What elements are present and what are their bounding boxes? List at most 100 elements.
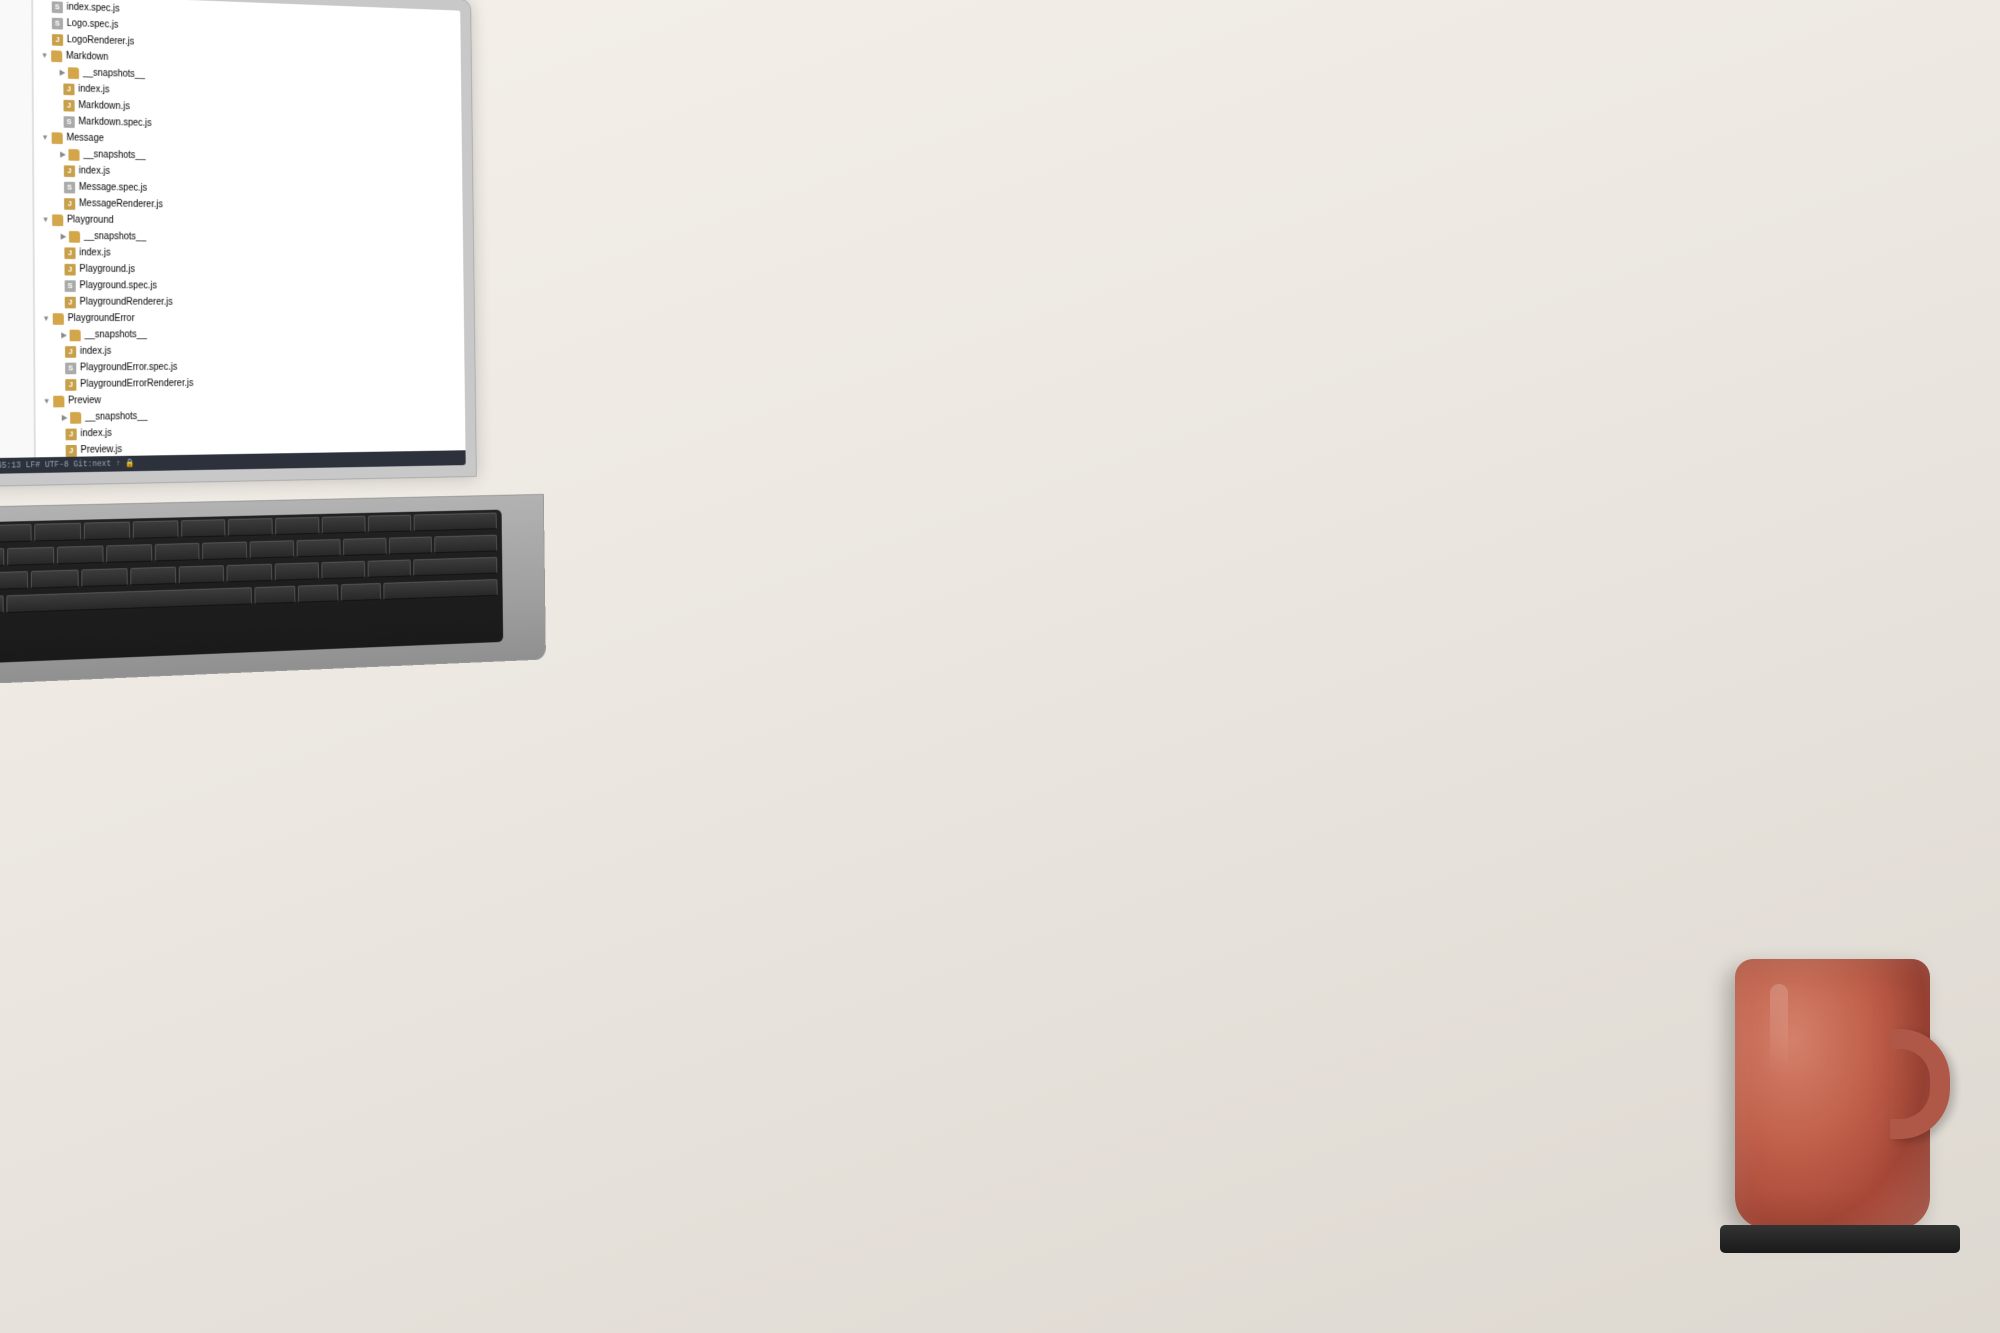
key[interactable] xyxy=(368,515,411,533)
folder-name[interactable]: Markdown xyxy=(66,51,109,63)
key[interactable] xyxy=(130,567,176,586)
arrow-icon: ▶ xyxy=(60,68,66,77)
key[interactable] xyxy=(414,513,497,532)
file-name[interactable]: index.js xyxy=(80,428,111,439)
editor-body: nk> ame}→ Exit Isolation</Link> ame + '/… xyxy=(0,0,466,461)
spec-icon: S xyxy=(64,116,75,128)
spec-icon: S xyxy=(64,181,75,193)
key[interactable] xyxy=(0,548,4,567)
key[interactable] xyxy=(341,583,381,601)
js-icon: J xyxy=(64,165,75,177)
key[interactable] xyxy=(389,536,432,554)
key[interactable] xyxy=(0,571,28,590)
spacebar-key[interactable] xyxy=(7,587,252,613)
key[interactable] xyxy=(34,523,81,542)
status-text: build: Markdown (15/12/2016, 19:03) 65:1… xyxy=(0,459,135,474)
key[interactable] xyxy=(132,520,178,539)
folder-icon xyxy=(51,50,62,62)
spec-icon: S xyxy=(52,17,63,29)
folder-name[interactable]: __snapshots__ xyxy=(83,149,145,161)
screen-content: nk> ame}→ Exit Isolation</Link> ame + '/… xyxy=(0,0,466,477)
arrow-icon: ▶ xyxy=(60,150,66,159)
file-tree: S index.spec.js S Logo.spec.js J LogoRen… xyxy=(33,0,465,457)
file-name[interactable]: index.js xyxy=(79,248,110,259)
js-icon: J xyxy=(65,296,76,308)
folder-icon xyxy=(53,395,64,407)
key[interactable] xyxy=(414,557,498,576)
key[interactable] xyxy=(0,595,4,614)
file-name[interactable]: index.js xyxy=(80,346,111,357)
folder-name[interactable]: PlaygroundError xyxy=(68,313,135,324)
spec-icon: S xyxy=(52,1,63,13)
key[interactable] xyxy=(0,524,31,543)
key[interactable] xyxy=(321,561,365,579)
js-icon: J xyxy=(65,379,76,391)
coaster xyxy=(1720,1225,1960,1253)
folder-name[interactable]: __snapshots__ xyxy=(85,411,147,422)
key[interactable] xyxy=(297,539,341,557)
spec-icon: S xyxy=(65,280,76,292)
code-line xyxy=(0,237,33,255)
key[interactable] xyxy=(383,579,497,600)
file-name[interactable]: index.spec.js xyxy=(67,2,120,15)
file-name[interactable]: Playground.js xyxy=(79,264,135,275)
key[interactable] xyxy=(81,568,128,587)
arrow-icon: ▶ xyxy=(62,413,68,422)
js-icon: J xyxy=(63,83,74,95)
key[interactable] xyxy=(343,538,386,556)
file-name[interactable]: Markdown.js xyxy=(78,100,130,112)
key[interactable] xyxy=(275,517,319,535)
js-icon: J xyxy=(64,263,75,275)
key[interactable] xyxy=(228,518,273,536)
file-name[interactable]: Message.spec.js xyxy=(79,182,147,194)
code-line: lasses.showCode} onClick={onCodeToggle}> xyxy=(0,172,32,207)
key[interactable] xyxy=(250,540,294,558)
key[interactable] xyxy=(298,584,339,602)
key[interactable] xyxy=(322,516,366,534)
key[interactable] xyxy=(434,535,497,553)
code-line xyxy=(0,254,33,272)
key[interactable] xyxy=(202,542,247,560)
file-name[interactable]: index.js xyxy=(78,84,109,95)
cup xyxy=(1720,959,1950,1239)
js-icon: J xyxy=(66,445,77,457)
tree-row[interactable]: ▼ PlaygroundError xyxy=(35,310,464,327)
folder-name[interactable]: Message xyxy=(66,133,104,144)
key[interactable] xyxy=(181,519,226,537)
key[interactable] xyxy=(31,570,78,589)
spec-icon: S xyxy=(65,362,76,374)
cup-handle xyxy=(1890,1029,1950,1139)
key[interactable] xyxy=(274,562,318,580)
file-name[interactable]: Playground.spec.js xyxy=(79,280,157,291)
key[interactable] xyxy=(368,559,411,577)
file-name[interactable]: Preview.js xyxy=(80,444,122,455)
file-name[interactable]: index.js xyxy=(79,166,110,177)
file-name[interactable]: LogoRenderer.js xyxy=(67,35,134,48)
key[interactable] xyxy=(154,543,199,562)
laptop: nk> ame}→ Exit Isolation</Link> ame + '/… xyxy=(0,0,529,672)
folder-name[interactable]: __snapshots__ xyxy=(84,231,146,242)
key[interactable] xyxy=(7,547,54,566)
file-name[interactable]: PlaygroundRenderer.js xyxy=(80,297,173,308)
folder-name[interactable]: __snapshots__ xyxy=(83,68,145,80)
tree-row[interactable]: ▶ __snapshots__ xyxy=(35,326,464,343)
keyboard-area xyxy=(0,510,503,672)
key[interactable] xyxy=(179,565,225,584)
file-name[interactable]: PlaygroundErrorRenderer.js xyxy=(80,378,193,389)
file-name[interactable]: PlaygroundError.spec.js xyxy=(80,362,177,373)
file-name[interactable]: Logo.spec.js xyxy=(67,18,119,30)
folder-icon xyxy=(70,411,81,423)
file-name[interactable]: Markdown.spec.js xyxy=(78,117,151,129)
key[interactable] xyxy=(106,544,152,563)
arrow-icon: ▼ xyxy=(42,314,49,323)
key[interactable] xyxy=(227,564,272,583)
key[interactable] xyxy=(57,545,104,564)
code-line: nk> xyxy=(0,0,31,16)
coffee-cup-scene xyxy=(1720,959,1950,1253)
file-name[interactable]: MessageRenderer.js xyxy=(79,198,163,210)
key[interactable] xyxy=(83,522,129,541)
folder-name[interactable]: __snapshots__ xyxy=(85,330,147,341)
folder-name[interactable]: Preview xyxy=(68,395,101,406)
key[interactable] xyxy=(254,586,295,605)
folder-name-playground[interactable]: Playground xyxy=(67,215,114,226)
